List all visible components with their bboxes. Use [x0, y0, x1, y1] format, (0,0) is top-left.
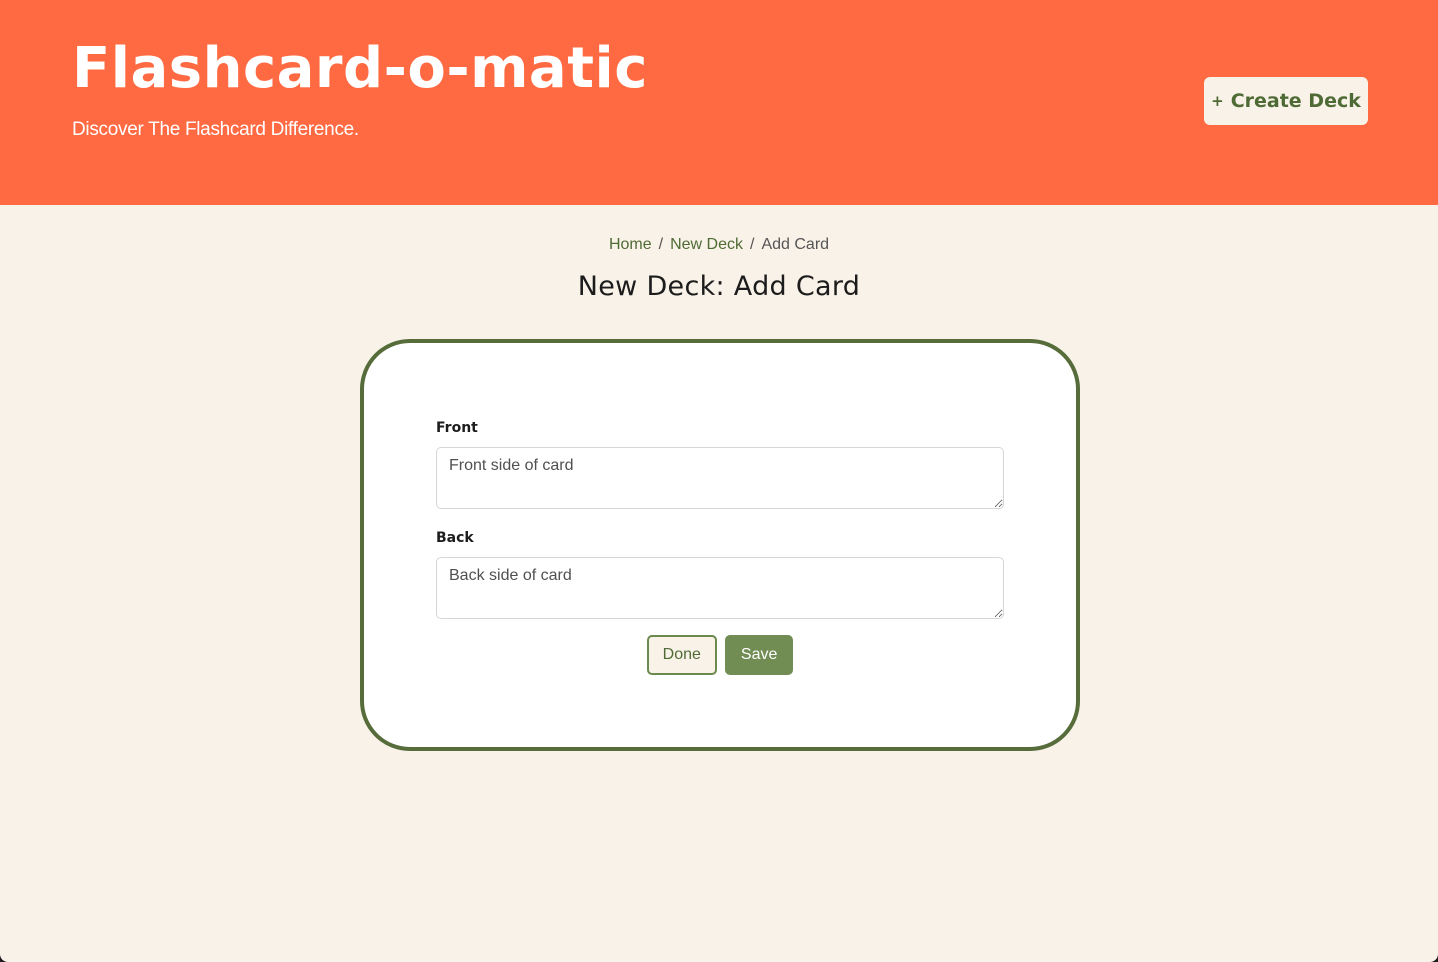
- back-input[interactable]: [436, 557, 1004, 619]
- add-card-form: Front Back Done Save: [360, 339, 1080, 751]
- breadcrumb-separator: /: [658, 236, 664, 253]
- form-buttons: Done Save: [364, 635, 1076, 675]
- create-deck-button[interactable]: + Create Deck: [1204, 77, 1368, 125]
- plus-icon: +: [1211, 91, 1224, 110]
- back-label: Back: [436, 530, 474, 546]
- site-title: Flashcard-o-matic: [72, 36, 648, 101]
- site-header: Flashcard-o-matic Discover The Flashcard…: [0, 0, 1438, 205]
- breadcrumb-current: Add Card: [761, 236, 830, 253]
- breadcrumb-separator: /: [750, 236, 755, 253]
- breadcrumb-new-deck[interactable]: New Deck: [670, 236, 743, 253]
- front-label: Front: [436, 420, 478, 436]
- done-button[interactable]: Done: [646, 635, 717, 675]
- breadcrumb-home[interactable]: Home: [609, 236, 652, 253]
- front-input[interactable]: [436, 447, 1004, 509]
- app-page: Flashcard-o-matic Discover The Flashcard…: [0, 0, 1438, 962]
- page-title: New Deck: Add Card: [577, 271, 861, 302]
- create-deck-label: Create Deck: [1230, 90, 1361, 112]
- site-tagline: Discover The Flashcard Difference.: [72, 119, 359, 140]
- save-button[interactable]: Save: [724, 635, 794, 675]
- breadcrumb: Home / New Deck / Add Card: [0, 235, 1438, 255]
